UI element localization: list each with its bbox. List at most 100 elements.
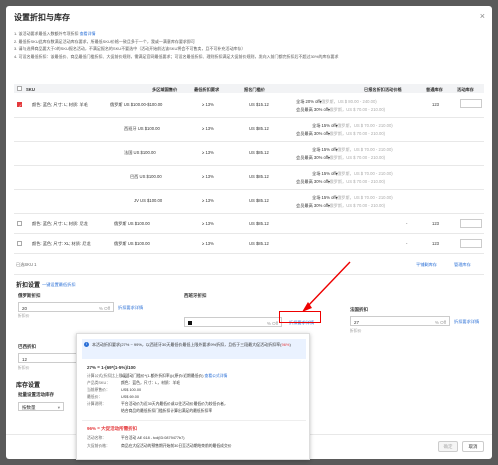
brazil-discount-input[interactable]: 12 <box>18 353 78 363</box>
tip-item: 4. 可设名最低折扣：该最低价、商品最低门槛折扣、大促前价规则，需满足官网最低要… <box>14 53 339 59</box>
table-row: JV US $100.00 ≥ 13% US $85.12 全场 15% off… <box>14 190 484 214</box>
chevron-down-icon[interactable]: ▾ <box>336 195 338 200</box>
france-discount-label: 法国折扣 <box>350 307 368 312</box>
normal-stock: 123 <box>432 102 439 107</box>
min-discount: ≥ 13% <box>202 174 214 179</box>
threshold-price: US $85.12 <box>249 241 269 246</box>
confirm-button[interactable]: 确定 <box>438 441 458 452</box>
brazil-discount-label: 巴西折扣 <box>18 344 36 349</box>
existing-activity: - <box>406 241 408 246</box>
min-discount: ≥ 13% <box>202 221 214 226</box>
threshold-price: US $85.12 <box>249 150 269 155</box>
region-price: 法国 US $100.00 <box>124 150 156 155</box>
table-row: 西班牙 US $100.00 ≥ 13% US $85.12 全场 15% of… <box>14 118 484 142</box>
divider <box>14 274 484 275</box>
discount-unit: % Off <box>266 320 278 326</box>
table-row: 颜色: 蓝色; 尺寸: L; 材质: 尼龙 俄罗斯 US $100.00 ≥ 1… <box>14 214 484 234</box>
spain-discount-input[interactable]: % Off <box>184 317 282 327</box>
chevron-down-icon[interactable]: ▾ <box>328 155 330 160</box>
stock-section-title: 库存设置 <box>16 383 41 389</box>
formula-detail-link[interactable]: 查看公式详情 <box>205 374 228 378</box>
chevron-down-icon[interactable]: ▾ <box>336 123 338 128</box>
chevron-down-icon[interactable]: ▾ <box>328 131 330 136</box>
existing-activity: 会员最高 30% off (俄罗斯，US $ 70.00 - 210.00) ▾ <box>296 203 386 208</box>
header-sku: SKU <box>26 86 35 92</box>
region-price: 巴西 US $100.00 <box>130 174 162 179</box>
threshold-price: US $85.12 <box>249 126 269 131</box>
existing-activity: - <box>406 221 408 226</box>
russia-discount-value: 20 <box>22 305 28 311</box>
popup-kv-row: 产品类SKU： 颜色：蓝色，尺寸：L，材质：羊毛 <box>87 381 181 385</box>
select-all-checkbox[interactable] <box>17 86 22 91</box>
france-discount-input[interactable]: 27 % Off <box>350 316 450 326</box>
existing-activity: 全场 15% off (俄罗斯，US $ 70.00 - 210.00) ▾ <box>312 147 393 152</box>
existing-activity: 全场 15% off (俄罗斯，US $ 70.00 - 210.00) ▾ <box>312 123 393 128</box>
row-checkbox[interactable] <box>17 102 22 108</box>
notice-box: i 本活动折扣要求(27% ~ 99%，以西班牙30天最低价最低上限外要求9%折… <box>82 339 306 359</box>
batch-stock-link[interactable]: 平铺剩库存 <box>416 262 437 268</box>
brazil-discount-hint: 折扣价 <box>18 366 30 370</box>
chevron-down-icon[interactable]: ▾ <box>336 171 338 176</box>
cursor-marker <box>188 321 192 325</box>
min-discount: ≥ 13% <box>202 198 214 203</box>
sku-name: 颜色: 蓝色; 尺寸: XL; 材质: 尼龙 <box>32 241 91 246</box>
france-discount-detail-link[interactable]: 折扣要求详情 <box>454 319 479 325</box>
region-price: 俄罗斯 US $100.00 <box>114 221 150 226</box>
threshold-price: US $85.12 <box>249 198 269 203</box>
selected-count: 已选SKU 1 <box>16 262 37 267</box>
threshold-price: US $15.12 <box>249 102 269 107</box>
existing-activity: 会员最高 30% off (俄罗斯，US $ 70.00 - 210.00) ▾ <box>296 107 386 112</box>
chevron-down-icon[interactable]: ▾ <box>320 99 322 104</box>
popup-kv-row: 结合商品的最低折扣门槛折扣计算出满足的最低折扣率 <box>121 409 213 413</box>
russia-discount-input[interactable]: 20 % Off <box>18 302 114 312</box>
existing-activity: 全场 15% off (俄罗斯，US $ 70.00 - 210.00) ▾ <box>312 171 393 176</box>
activity-stock-input[interactable] <box>460 99 482 108</box>
chevron-down-icon[interactable]: ▾ <box>328 179 330 184</box>
chevron-down-icon[interactable]: ▾ <box>328 203 330 208</box>
france-discount-hint: 折扣价 <box>350 329 362 333</box>
chevron-down-icon[interactable]: ▾ <box>328 107 330 112</box>
tip-item: 3. 请与选择商品要大于0的SKU报名活动，不满足报名的SKU不要选中（活动开始… <box>14 46 246 51</box>
row-checkbox[interactable] <box>17 221 22 226</box>
discount-unit: % Off <box>434 319 446 325</box>
existing-activity: 会员最高 30% off (俄罗斯，US $ 70.00 - 210.00) ▾ <box>296 131 386 136</box>
notice-text: 本活动折扣要求(27% ~ 99%，以西班牙30天最低价最低上限外要求9%折扣，… <box>92 342 282 347</box>
stock-mode-select[interactable]: 按数量 ▾ <box>18 402 64 411</box>
min-discount: ≥ 13% <box>202 241 214 246</box>
normal-stock: 123 <box>432 221 439 226</box>
existing-activity: 会员最高 30% off (俄罗斯，US $ 70.00 - 210.00) ▾ <box>296 179 386 184</box>
sku-name: 颜色: 蓝色; 尺寸: L; 材质: 羊毛 <box>32 102 88 107</box>
existing-activity: 会员最高 30% off (俄罗斯，US $ 70.00 - 210.00) ▾ <box>296 155 386 160</box>
activity-stock-input[interactable] <box>460 219 482 228</box>
region-price: JV US $100.00 <box>134 198 163 203</box>
discount-requirement-popup: i 本活动折扣要求(27% ~ 99%，以西班牙30天最低价最低上限外要求9%折… <box>76 333 310 460</box>
popup-kv-row: 计算公式(折扣比上限值)：1-(活动门槛价*(1-额外折扣率))/(原价/近期最… <box>87 374 228 378</box>
header-price: 多区域国售价 <box>152 86 178 92</box>
popup-kv-row: 大促前价格： 商品在大促活动的预售期开始前30日至活动期结束前的最低成交价 <box>87 444 232 448</box>
tip-detail-link[interactable]: 查看详情 <box>80 31 96 36</box>
chevron-down-icon[interactable]: ▾ <box>336 147 338 152</box>
russia-discount-hint: 折扣价 <box>18 314 30 318</box>
manage-stock-link[interactable]: 管理库存 <box>454 262 471 268</box>
popup-kv-row: 活动名称： 平台活动 AE 618 - tcd(ID:0879477b7) <box>87 436 185 440</box>
chevron-down-icon: ▾ <box>57 405 60 410</box>
min-discount: ≥ 13% <box>202 126 214 131</box>
part2-title: 96% = 大促活动所需折扣 <box>87 426 138 431</box>
close-icon[interactable]: × <box>480 11 485 21</box>
stock-mode-value: 按数量 <box>22 405 36 410</box>
header-normal-stock: 普通库存 <box>426 86 443 92</box>
min-discount: ≥ 13% <box>202 102 214 107</box>
sku-name: 颜色: 蓝色; 尺寸: L; 材质: 尼龙 <box>32 221 88 226</box>
brazil-discount-value: 12 <box>22 356 28 362</box>
discount-unit: % Off <box>98 305 110 311</box>
russia-discount-detail-link[interactable]: 折扣要求详情 <box>118 305 143 311</box>
formula-title: 27% = 1-(69*(1-5%)/100 <box>87 365 136 370</box>
discount-section-title: 折扣设置 <box>16 283 41 289</box>
min-discount-link[interactable]: 一键设置最低折扣 <box>42 282 76 288</box>
cancel-button[interactable]: 取消 <box>462 441 484 452</box>
activity-stock-input[interactable] <box>460 239 482 248</box>
min-discount: ≥ 13% <box>202 150 214 155</box>
header-threshold: 报名门槛价 <box>244 86 265 92</box>
modal-title: 设置折扣与库存 <box>14 13 70 22</box>
row-checkbox[interactable] <box>17 241 22 246</box>
